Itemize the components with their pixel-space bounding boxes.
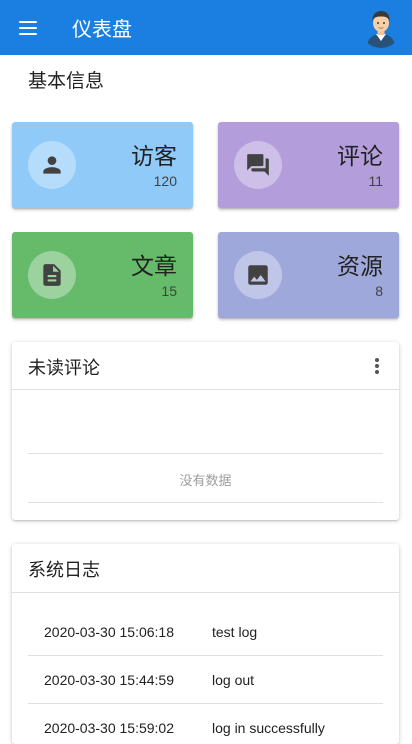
divider: [28, 502, 383, 503]
unread-comments-title: 未读评论: [28, 358, 100, 379]
app-title: 仪表盘: [72, 17, 132, 41]
divider: [28, 453, 383, 454]
unread-comments-header: 未读评论: [12, 342, 399, 390]
articles-card[interactable]: 文章 15: [12, 232, 193, 318]
log-row: 2020-03-30 15:06:18 test log: [28, 608, 383, 656]
articles-label: 文章: [131, 254, 177, 280]
visitors-card[interactable]: 访客 120: [12, 122, 193, 208]
resources-count: 8: [375, 283, 383, 299]
comments-label: 评论: [337, 144, 383, 170]
user-avatar-icon[interactable]: [360, 6, 402, 48]
forum-icon: [234, 141, 282, 189]
comments-card[interactable]: 评论 11: [218, 122, 399, 208]
empty-state-text: 没有数据: [179, 474, 232, 489]
person-icon: [28, 141, 76, 189]
document-icon: [28, 251, 76, 299]
log-row: 2020-03-30 15:59:02 log in successfully: [28, 704, 383, 744]
more-vert-icon[interactable]: [365, 354, 389, 378]
system-log-panel: 系统日志 2020-03-30 15:06:18 test log 2020-0…: [12, 544, 399, 744]
log-time: 2020-03-30 15:59:02: [44, 719, 174, 736]
log-message: test log: [212, 623, 258, 640]
unread-comments-empty: 没有数据: [12, 390, 399, 520]
log-message: log out: [212, 671, 255, 688]
system-log-header: 系统日志: [12, 544, 399, 593]
log-time: 2020-03-30 15:44:59: [44, 671, 174, 688]
visitors-label: 访客: [131, 144, 177, 170]
app-bar: 仪表盘: [0, 0, 412, 55]
log-time: 2020-03-30 15:06:18: [44, 623, 174, 640]
system-log-title: 系统日志: [28, 560, 100, 581]
resources-card[interactable]: 资源 8: [218, 232, 399, 318]
comments-count: 11: [368, 173, 383, 189]
log-row: 2020-03-30 15:44:59 log out: [28, 656, 383, 704]
visitors-count: 120: [153, 173, 177, 189]
unread-comments-panel: 未读评论 没有数据: [12, 342, 399, 520]
log-message: log in successfully: [212, 719, 325, 736]
basic-info-title: 基本信息: [28, 70, 105, 92]
menu-icon[interactable]: [0, 0, 56, 55]
resources-label: 资源: [337, 254, 383, 280]
articles-count: 15: [161, 283, 177, 299]
image-icon: [234, 251, 282, 299]
